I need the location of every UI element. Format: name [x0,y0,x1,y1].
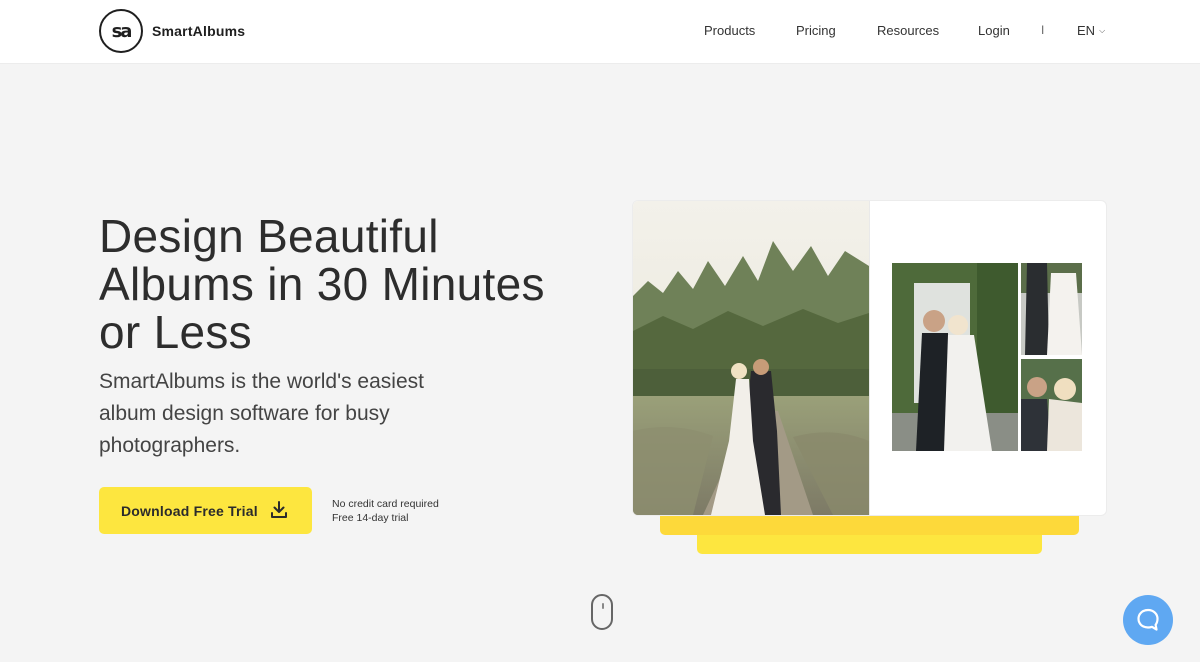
nav-resources[interactable]: Resources [877,23,939,38]
nav-separator: I [1041,23,1045,37]
download-icon [271,501,287,518]
album-spine [869,201,870,515]
note-free-trial: Free 14-day trial [332,512,409,524]
album-photo-portrait [1021,359,1082,451]
chat-bubble-icon [1137,608,1159,631]
logo-mark: sa [99,9,143,53]
language-selector[interactable]: EN ⌵ [1077,23,1105,38]
nav-login[interactable]: Login [978,23,1010,38]
logo[interactable]: sa SmartAlbums [99,9,245,53]
album-photo-detail [1021,263,1082,355]
nav-pricing[interactable]: Pricing [796,23,836,38]
language-label: EN [1077,23,1096,38]
album-photo-couple [892,263,1018,451]
site-header: sa SmartAlbums Products Pricing Resource… [0,0,1200,64]
note-no-credit-card: No credit card required [332,498,439,510]
brand-name: SmartAlbums [152,23,246,39]
cta-label: Download Free Trial [121,502,258,519]
download-free-trial-button[interactable]: Download Free Trial [99,487,312,534]
album-left-page-photo [633,201,869,515]
chat-button[interactable] [1123,595,1173,645]
album-preview [633,201,1106,515]
cta-notes: No credit card required Free 14-day tria… [332,497,439,525]
mouse-scroll-icon [591,594,613,630]
mouse-wheel [602,603,604,609]
hero-subtitle: SmartAlbums is the world's easiest album… [99,370,424,457]
nav-products[interactable]: Products [704,23,755,38]
chevron-down-icon: ⌵ [1099,25,1106,35]
hero-title: Design Beautiful Albums in 30 Minutes or… [99,210,545,358]
